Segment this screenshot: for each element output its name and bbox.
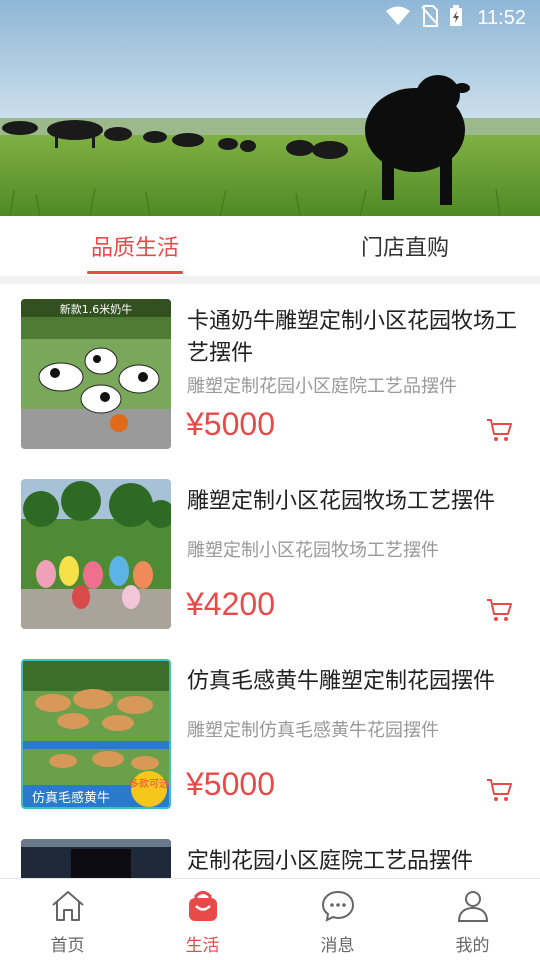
list-item[interactable]: 定制花园小区庭院工艺品摆件 xyxy=(0,824,540,878)
cart-icon[interactable] xyxy=(485,776,513,804)
tab-bar: 品质生活 门店直购 xyxy=(0,216,540,276)
image-overlay-text: 新款1.6米奶牛 xyxy=(60,302,133,316)
shopping-bag-icon xyxy=(185,889,221,927)
product-title: 定制花园小区庭院工艺品摆件 xyxy=(187,849,474,874)
image-overlay-text: 仿真毛感黄牛 xyxy=(32,790,110,806)
nav-life-label: 生活 xyxy=(185,936,220,956)
product-subtitle: 雕塑定制仿真毛感黄牛花园摆件 xyxy=(187,720,439,741)
product-image xyxy=(21,839,171,878)
tab-quality-life[interactable]: 品质生活 xyxy=(0,216,270,276)
home-icon xyxy=(50,889,86,927)
product-title: 仿真毛感黄牛雕塑定制花园摆件 xyxy=(187,669,496,694)
battery-charging-icon xyxy=(449,5,463,31)
section-divider xyxy=(0,276,540,284)
product-list: 新款1.6米奶牛 卡通奶牛雕塑定制小区花园牧场工艺摆件 雕塑定制花园小区庭院工艺… xyxy=(0,284,540,878)
product-subtitle: 雕塑定制小区花园牧场工艺摆件 xyxy=(187,540,439,561)
product-price: ¥5000 xyxy=(186,766,275,802)
list-item[interactable]: 雕塑定制小区花园牧场工艺摆件 雕塑定制小区花园牧场工艺摆件 ¥4200 xyxy=(0,464,540,644)
no-sim-icon xyxy=(421,5,440,31)
tab-store-direct[interactable]: 门店直购 xyxy=(270,216,540,276)
nav-profile-label: 我的 xyxy=(455,936,490,956)
product-image: 仿真毛感黄牛 多款可选 xyxy=(21,659,171,809)
nav-messages[interactable]: 消息 xyxy=(270,879,405,960)
product-price: ¥5000 xyxy=(186,406,275,442)
user-icon xyxy=(455,889,491,927)
cart-icon[interactable] xyxy=(485,416,513,444)
image-badge-text: 多款可选 xyxy=(129,777,169,790)
status-bar: 11:52 xyxy=(0,0,540,36)
wifi-icon xyxy=(385,6,411,30)
nav-messages-label: 消息 xyxy=(320,936,355,956)
nav-home-label: 首页 xyxy=(50,936,85,956)
nav-profile[interactable]: 我的 xyxy=(405,879,540,960)
product-price: ¥4200 xyxy=(186,586,275,622)
product-title: 雕塑定制小区花园牧场工艺摆件 xyxy=(187,489,496,514)
nav-life[interactable]: 生活 xyxy=(135,879,270,960)
cart-icon[interactable] xyxy=(485,596,513,624)
product-title: 卡通奶牛雕塑定制小区花园牧场工艺摆件 xyxy=(187,309,518,366)
product-image xyxy=(21,479,171,629)
list-item[interactable]: 仿真毛感黄牛 多款可选 仿真毛感黄牛雕塑定制花园摆件 雕塑定制仿真毛感黄牛花园摆… xyxy=(0,644,540,824)
list-item[interactable]: 新款1.6米奶牛 卡通奶牛雕塑定制小区花园牧场工艺摆件 雕塑定制花园小区庭院工艺… xyxy=(0,284,540,464)
nav-home[interactable]: 首页 xyxy=(0,879,135,960)
clock: 11:52 xyxy=(477,6,526,29)
product-subtitle: 雕塑定制花园小区庭院工艺品摆件 xyxy=(187,376,457,397)
product-image: 新款1.6米奶牛 xyxy=(21,299,171,449)
bottom-navigation: 首页 生活 消息 我的 xyxy=(0,878,540,960)
chat-bubble-icon xyxy=(320,889,356,927)
